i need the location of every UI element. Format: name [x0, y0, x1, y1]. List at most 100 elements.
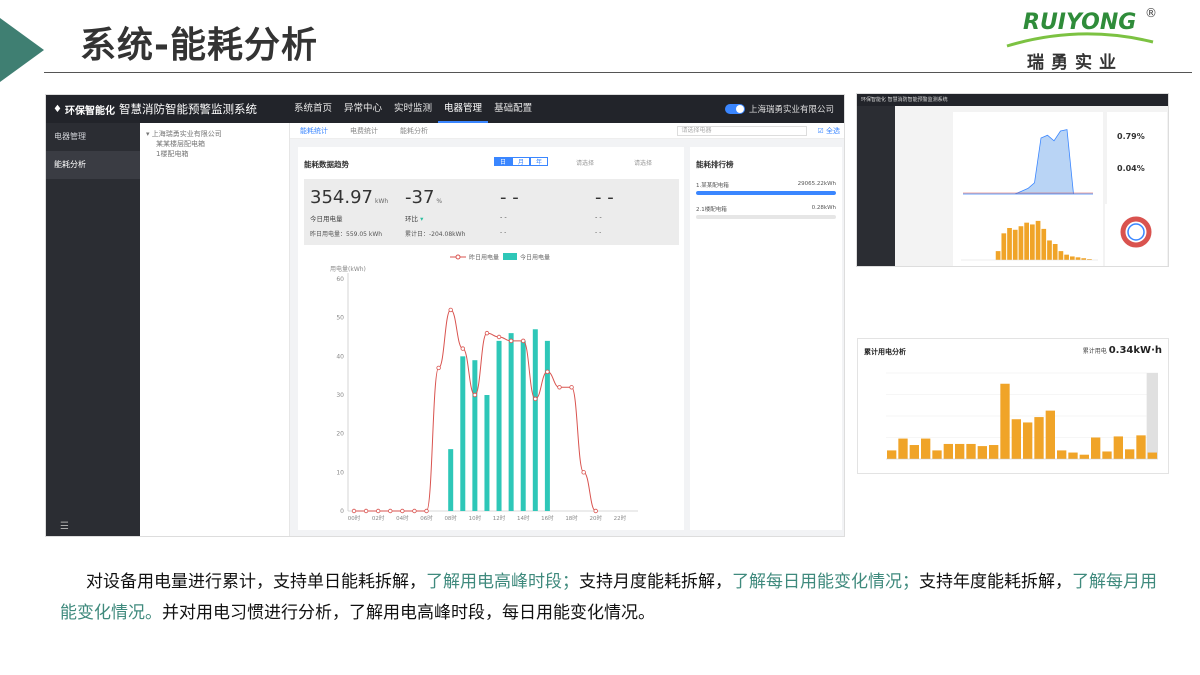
app-screenshot: ♦ 环保智能化 智慧消防智能预警监测系统 系统首页 异常中心 实时监测 电器管理 基础配… — [45, 94, 845, 537]
thumb-percent-1: 0.79% — [1117, 132, 1145, 141]
cumulative-bar — [943, 443, 953, 459]
x-tick-label: 22时 — [614, 514, 627, 522]
cumulative-total-value: 0.34kW·h — [1108, 345, 1162, 356]
thumb-donut-panel — [1105, 204, 1167, 266]
tab-1[interactable]: 电费统计 — [350, 126, 378, 136]
tree-node-0[interactable]: ▾ 上海瑞勇实业有限公司 — [146, 129, 283, 139]
yesterday-point — [460, 346, 465, 351]
cumulative-bar — [1045, 410, 1055, 459]
stat-foot-1: 累计日：-204.08kWh — [405, 231, 466, 238]
menu-collapse-icon[interactable]: ☰ — [60, 521, 69, 532]
arrow-decoration — [0, 18, 44, 82]
nav-item-1[interactable]: 异常中心 — [338, 95, 388, 123]
legend-swatch-today — [503, 253, 517, 260]
top-nav: 系统首页 异常中心 实时监测 电器管理 基础配置 — [288, 95, 538, 123]
tab-0[interactable]: 能耗统计 — [300, 126, 328, 136]
nav-item-4[interactable]: 基础配置 — [488, 95, 538, 123]
ranking-name-0: 1.某某配电箱 — [696, 183, 729, 189]
nav-item-0[interactable]: 系统首页 — [288, 95, 338, 123]
stat-unit-1: % — [436, 198, 443, 205]
sidebar-item-0[interactable]: 电器管理 — [46, 123, 140, 151]
legend-label-yesterday: 昨日用电量 — [469, 254, 499, 262]
yesterday-point — [533, 396, 538, 402]
cumulative-bar — [909, 445, 919, 459]
thumb-bar — [1035, 220, 1041, 260]
yesterday-point — [424, 508, 429, 514]
thumb-bar — [1041, 228, 1047, 260]
thumb-bar — [1001, 233, 1007, 260]
thumb-bar — [1030, 224, 1035, 260]
desc-highlight-2: 了解每日用能变化情况； — [732, 572, 919, 592]
donut-inner-ring — [1127, 223, 1145, 241]
cumulative-bar — [1147, 452, 1157, 459]
ranking-bar-track-0 — [696, 191, 836, 195]
yesterday-point — [448, 307, 453, 313]
ranking-bar-track-1 — [696, 215, 836, 219]
desc-part-1: 对设备用电量进行累计，支持单日能耗拆解， — [86, 572, 426, 592]
select-all-label: 全选 — [826, 126, 840, 135]
system-title: 智慧消防智能预警监测系统 — [118, 102, 257, 116]
app-brand: ♦ 环保智能化 智慧消防智能预警监测系统 — [46, 101, 286, 117]
y-tick-label: 40 — [336, 353, 344, 360]
content-area: 能耗统计 电费统计 能耗分析 请选择电器 ☑ 全选 能耗数据趋势 日月年 请选择 请选… — [290, 123, 844, 536]
y-tick-label: 10 — [336, 469, 344, 476]
sidebar-item-1[interactable]: 能耗分析 — [46, 151, 140, 179]
cumulative-bar — [1034, 417, 1044, 459]
theme-toggle[interactable] — [724, 104, 745, 114]
stat-value-1: -37% — [405, 187, 442, 208]
tree-node-2[interactable]: 1楼配电箱 — [146, 149, 283, 159]
stat-number-1: -37 — [405, 187, 435, 208]
yesterday-point — [388, 508, 393, 514]
stat-label-1: 环比 ▾ — [405, 215, 424, 223]
brand-name: 环保智能化 — [64, 105, 115, 117]
x-tick-label: 14时 — [517, 514, 530, 522]
stat-value-0: 354.97 kWh — [310, 187, 388, 208]
device-select[interactable]: 请选择电器 — [677, 125, 808, 136]
today-bar — [520, 340, 526, 511]
cumulative-bar — [887, 450, 897, 459]
cumulative-bar — [1011, 419, 1021, 459]
cumulative-bar — [1057, 450, 1067, 459]
thumb-bar — [1024, 222, 1029, 260]
date-end-picker[interactable]: 请选择 — [634, 158, 652, 167]
cumulative-bar — [1000, 383, 1010, 459]
stat-number-2: - - — [500, 187, 519, 208]
ranking-item-0[interactable]: 1.某某配电箱 29065.22kWh — [696, 181, 836, 195]
x-tick-label: 02时 — [372, 514, 385, 522]
y-axis-label: 用电量(kWh) — [330, 265, 366, 273]
today-bar — [508, 333, 514, 511]
yesterday-point — [593, 508, 598, 514]
segment-2[interactable]: 年 — [530, 157, 548, 166]
stat-col-1: -37% 环比 ▾ 累计日：-204.08kWh — [399, 179, 489, 245]
nav-item-2[interactable]: 实时监测 — [388, 95, 438, 123]
x-tick-label: 12时 — [493, 514, 506, 522]
stat-number-3: - - — [595, 187, 614, 208]
date-start-picker[interactable]: 请选择 — [576, 158, 594, 167]
hourly-energy-chart-svg: 昨日用电量 今日用电量用电量(kWh) 0 10 20 30 40 50 60 00时 02时 04时… — [330, 253, 638, 522]
thumb-bar — [1052, 244, 1058, 260]
select-all-checkbox[interactable]: ☑ 全选 — [817, 126, 840, 136]
yesterday-point — [375, 508, 381, 514]
stats-panel: 354.97 kWh 今日用电量 昨日用电量：559.05 kWh -37% 环比 ▾ 累计… — [304, 179, 679, 245]
x-tick-label: 20时 — [589, 514, 602, 522]
stat-label-0: 今日用电量 — [310, 215, 343, 223]
ranking-value-0: 29065.22kWh — [797, 181, 836, 187]
cumulative-bar — [932, 450, 942, 459]
logo-chinese-name: 瑞勇实业 — [1027, 53, 1123, 73]
company-logo: RUIYONG ® 瑞勇实业 — [1005, 4, 1165, 73]
thumb-bar — [1007, 228, 1012, 260]
yesterday-point — [496, 334, 502, 340]
segment-1[interactable]: 月 — [512, 157, 530, 166]
tree-node-1[interactable]: 某某楼层配电箱 — [146, 139, 283, 149]
segment-0[interactable]: 日 — [494, 157, 512, 166]
donut-outer-ring — [1120, 216, 1152, 248]
thumb-bar — [1047, 240, 1052, 260]
ranking-item-1[interactable]: 2.1楼配电箱 0.28kWh — [696, 205, 836, 219]
thumb-area-series — [963, 129, 1093, 195]
yesterday-point — [581, 470, 586, 475]
nav-item-3[interactable]: 电器管理 — [438, 95, 489, 123]
stat-unit-0: kWh — [374, 198, 389, 205]
x-tick-label: 04时 — [396, 514, 409, 522]
tab-2[interactable]: 能耗分析 — [400, 126, 428, 136]
thumb-bar-panel — [953, 204, 1103, 266]
